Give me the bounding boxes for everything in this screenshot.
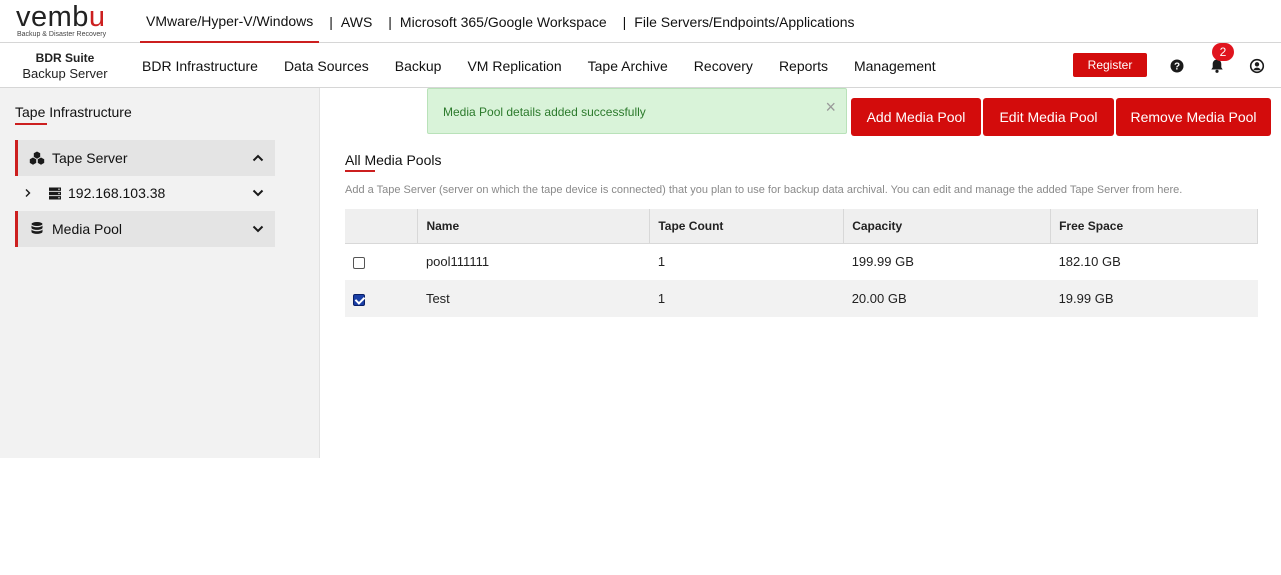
tree-label-tape-server: Tape Server: [52, 150, 128, 166]
nav-vm-replication[interactable]: VM Replication: [454, 58, 574, 74]
product-tab-aws[interactable]: AWS: [341, 0, 378, 43]
sidebar-title: Tape Infrastructure: [15, 104, 132, 120]
server-icon: [49, 187, 61, 199]
column-header-name[interactable]: Name: [417, 209, 651, 244]
server-ip-label: 192.168.103.38: [68, 185, 166, 201]
cell-name: pool111111: [425, 254, 490, 270]
sidebar: Tape Infrastructure Tape Server 192.168.…: [0, 88, 320, 458]
product-tab-file-servers[interactable]: File Servers/Endpoints/Applications: [634, 0, 860, 43]
brand-suite-name: BDR Suite: [35, 51, 95, 65]
edit-media-pool-button[interactable]: Edit Media Pool: [983, 98, 1114, 136]
media-pool-table: Name Tape Count Capacity Free Space pool…: [345, 209, 1258, 317]
column-header-tape-count[interactable]: Tape Count: [649, 209, 845, 244]
server-cluster-icon: [29, 151, 45, 165]
product-bar: vembu Backup & Disaster Recovery VMware/…: [0, 0, 1281, 43]
suite-brand: BDR Suite Backup Server: [22, 50, 108, 82]
cell-capacity: 20.00 GB: [843, 280, 1051, 317]
table-row[interactable]: pool111111 1 199.99 GB 182.10 GB: [345, 243, 1258, 280]
cell-tape-count: 1: [649, 280, 844, 317]
remove-media-pool-button[interactable]: Remove Media Pool: [1116, 98, 1271, 136]
nav-menu: BDR Infrastructure Data Sources Backup V…: [129, 43, 949, 88]
tab-separator: |: [622, 13, 627, 30]
tab-separator: |: [329, 13, 333, 30]
svg-text:?: ?: [1174, 62, 1180, 73]
nav-recovery[interactable]: Recovery: [681, 58, 766, 74]
logo-wordmark: vembu: [16, 1, 106, 33]
cell-name: Test: [417, 280, 650, 317]
cell-tape-count: 1: [657, 254, 666, 270]
title-underline: [15, 123, 47, 125]
nav-management[interactable]: Management: [841, 58, 949, 74]
question-circle-icon[interactable]: ?: [1169, 58, 1185, 74]
table-header-row: Name Tape Count Capacity Free Space: [345, 209, 1258, 244]
logo-tagline: Backup & Disaster Recovery: [17, 31, 107, 38]
chevron-down-icon[interactable]: [251, 186, 265, 200]
nav-data-sources[interactable]: Data Sources: [271, 58, 382, 74]
tree-item-media-pool[interactable]: Media Pool: [15, 211, 275, 247]
brand-server-name: Backup Server: [22, 66, 108, 81]
nav-backup[interactable]: Backup: [382, 58, 455, 74]
cell-capacity: 199.99 GB: [851, 254, 914, 270]
close-icon[interactable]: ×: [825, 97, 836, 118]
select-column-header: [345, 209, 419, 244]
chevron-down-icon[interactable]: [251, 222, 265, 236]
chevron-up-icon[interactable]: [251, 151, 265, 165]
nav-reports[interactable]: Reports: [766, 58, 841, 74]
row-checkbox[interactable]: [353, 256, 365, 269]
register-button[interactable]: Register: [1073, 53, 1147, 77]
tab-separator: |: [388, 13, 392, 30]
cell-free-space: 19.99 GB: [1050, 280, 1258, 317]
table-row[interactable]: Test 1 20.00 GB 19.99 GB: [345, 280, 1258, 317]
chevron-right-icon[interactable]: [23, 188, 33, 198]
row-checkbox[interactable]: [353, 293, 365, 306]
row-select-cell: [345, 243, 418, 280]
row-select-cell: [345, 280, 418, 317]
section-description: Add a Tape Server (server on which the t…: [345, 184, 1183, 196]
product-tab-vmware[interactable]: VMware/Hyper-V/Windows: [140, 0, 320, 43]
success-toast: Media Pool details added successfully ×: [427, 88, 847, 134]
product-tabs: VMware/Hyper-V/Windows | AWS | Microsoft…: [140, 0, 861, 43]
cell-free-space: 182.10 GB: [1058, 254, 1121, 270]
section-underline: [345, 170, 375, 172]
nav-bdr-infrastructure[interactable]: BDR Infrastructure: [129, 58, 271, 74]
toast-message: Media Pool details added successfully: [443, 105, 646, 119]
user-circle-icon[interactable]: [1249, 58, 1265, 74]
product-tab-microsoft365[interactable]: Microsoft 365/Google Workspace: [400, 0, 613, 43]
notification-badge: 2: [1212, 43, 1234, 61]
main-navbar: BDR Suite Backup Server BDR Infrastructu…: [0, 43, 1281, 88]
tree-label-media-pool: Media Pool: [52, 221, 123, 237]
main-content: Media Pool details added successfully × …: [320, 88, 1281, 458]
section-title: All Media Pools: [345, 152, 442, 168]
tree-item-tape-server[interactable]: Tape Server: [15, 140, 275, 176]
tree-item-server[interactable]: 192.168.103.38: [15, 176, 275, 210]
database-icon: [31, 222, 43, 234]
add-media-pool-button[interactable]: Add Media Pool: [851, 98, 981, 136]
nav-tape-archive[interactable]: Tape Archive: [575, 58, 681, 74]
column-header-capacity[interactable]: Capacity: [843, 209, 1052, 244]
column-header-free-space[interactable]: Free Space: [1050, 209, 1258, 244]
vembu-logo[interactable]: vembu Backup & Disaster Recovery: [16, 3, 116, 39]
